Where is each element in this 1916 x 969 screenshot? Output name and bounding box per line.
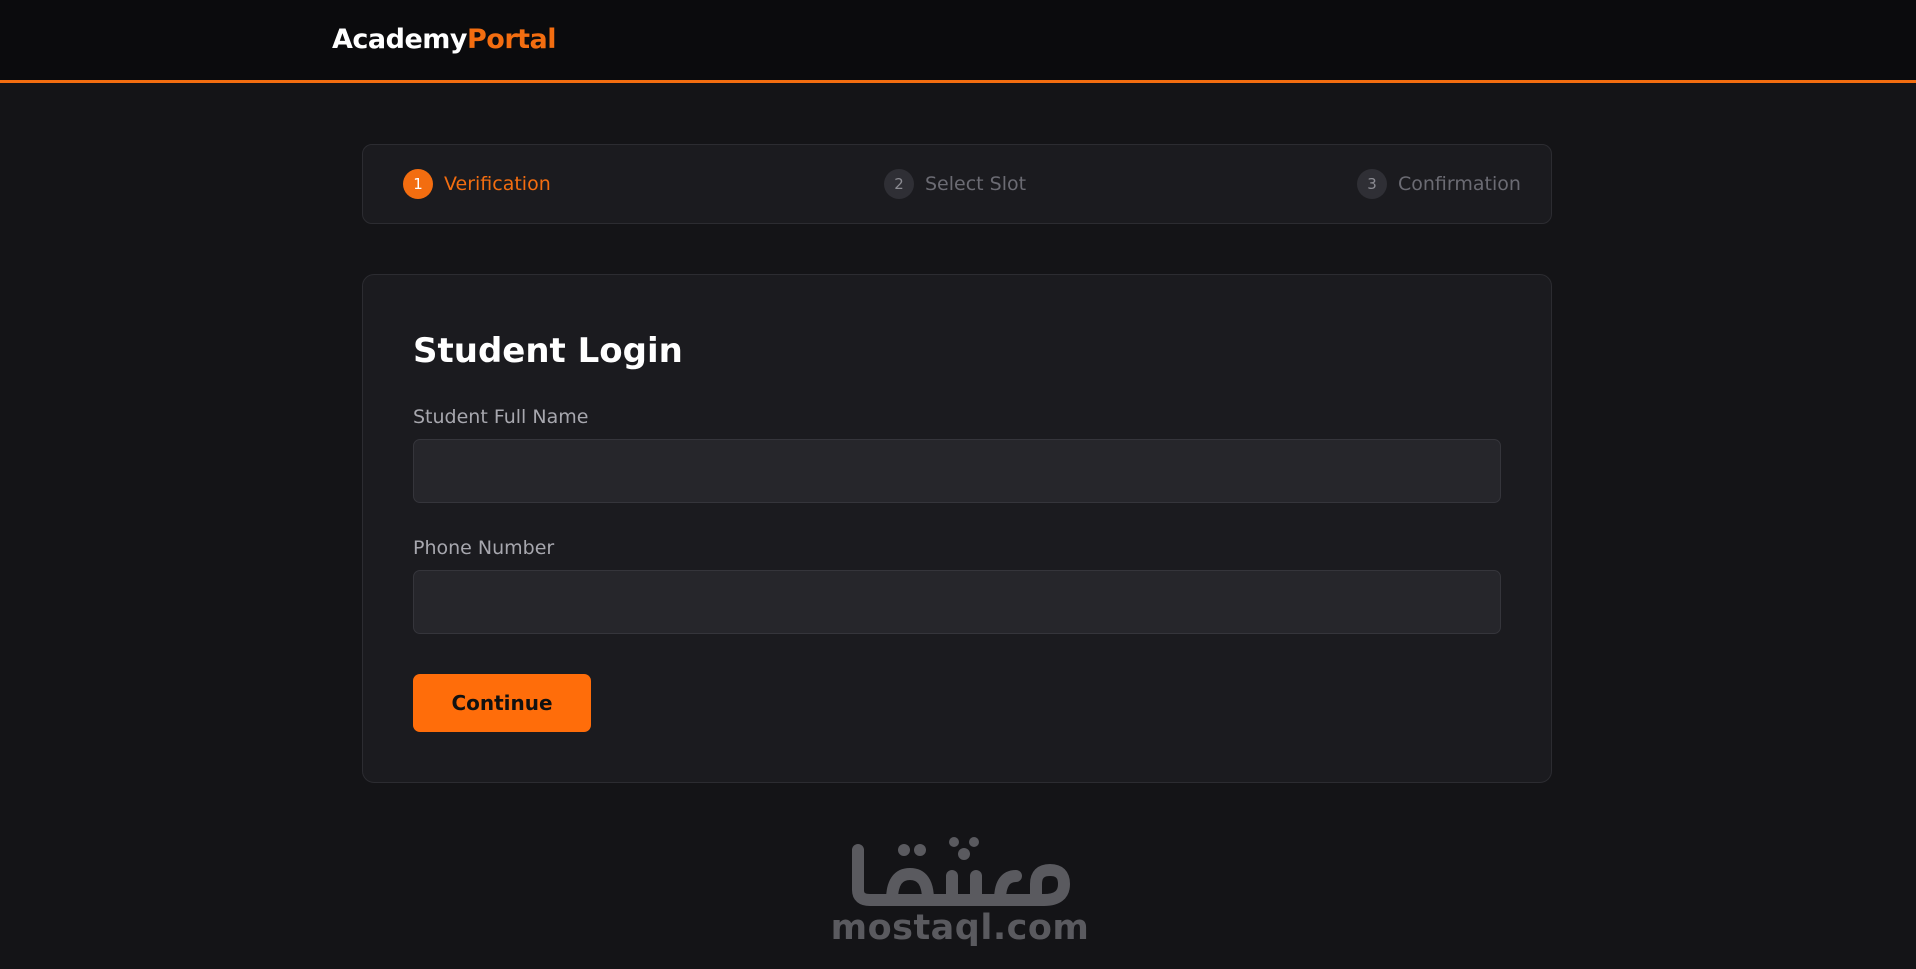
brand-name-primary: Academy xyxy=(332,24,468,55)
step-verification: 1 Verification xyxy=(403,169,551,199)
mostaql-domain-text: mostaql.com xyxy=(830,908,1090,948)
step-confirmation: 3 Confirmation xyxy=(1357,169,1521,199)
continue-button[interactable]: Continue xyxy=(413,674,591,732)
step-number-badge: 1 xyxy=(403,169,433,199)
step-label: Verification xyxy=(444,173,551,195)
mostaql-logo-icon xyxy=(852,837,1070,906)
page-title: Student Login xyxy=(413,331,683,371)
progress-stepper: 1 Verification 2 Select Slot 3 Confirmat… xyxy=(362,144,1552,224)
top-navbar: AcademyPortal xyxy=(0,0,1916,83)
brand-name-accent: Portal xyxy=(467,24,557,55)
step-number-badge: 2 xyxy=(884,169,914,199)
step-number-badge: 3 xyxy=(1357,169,1387,199)
step-select-slot: 2 Select Slot xyxy=(884,169,1026,199)
login-card: Student Login Student Full Name Phone Nu… xyxy=(362,274,1552,783)
full-name-input[interactable] xyxy=(413,439,1501,503)
step-label: Select Slot xyxy=(925,173,1027,195)
brand-logo[interactable]: AcademyPortal xyxy=(332,22,557,58)
step-label: Confirmation xyxy=(1398,173,1521,195)
mostaql-watermark: mostaql.com xyxy=(830,836,1090,956)
phone-number-label: Phone Number xyxy=(413,537,555,559)
phone-number-input[interactable] xyxy=(413,570,1501,634)
full-name-label: Student Full Name xyxy=(413,406,589,428)
